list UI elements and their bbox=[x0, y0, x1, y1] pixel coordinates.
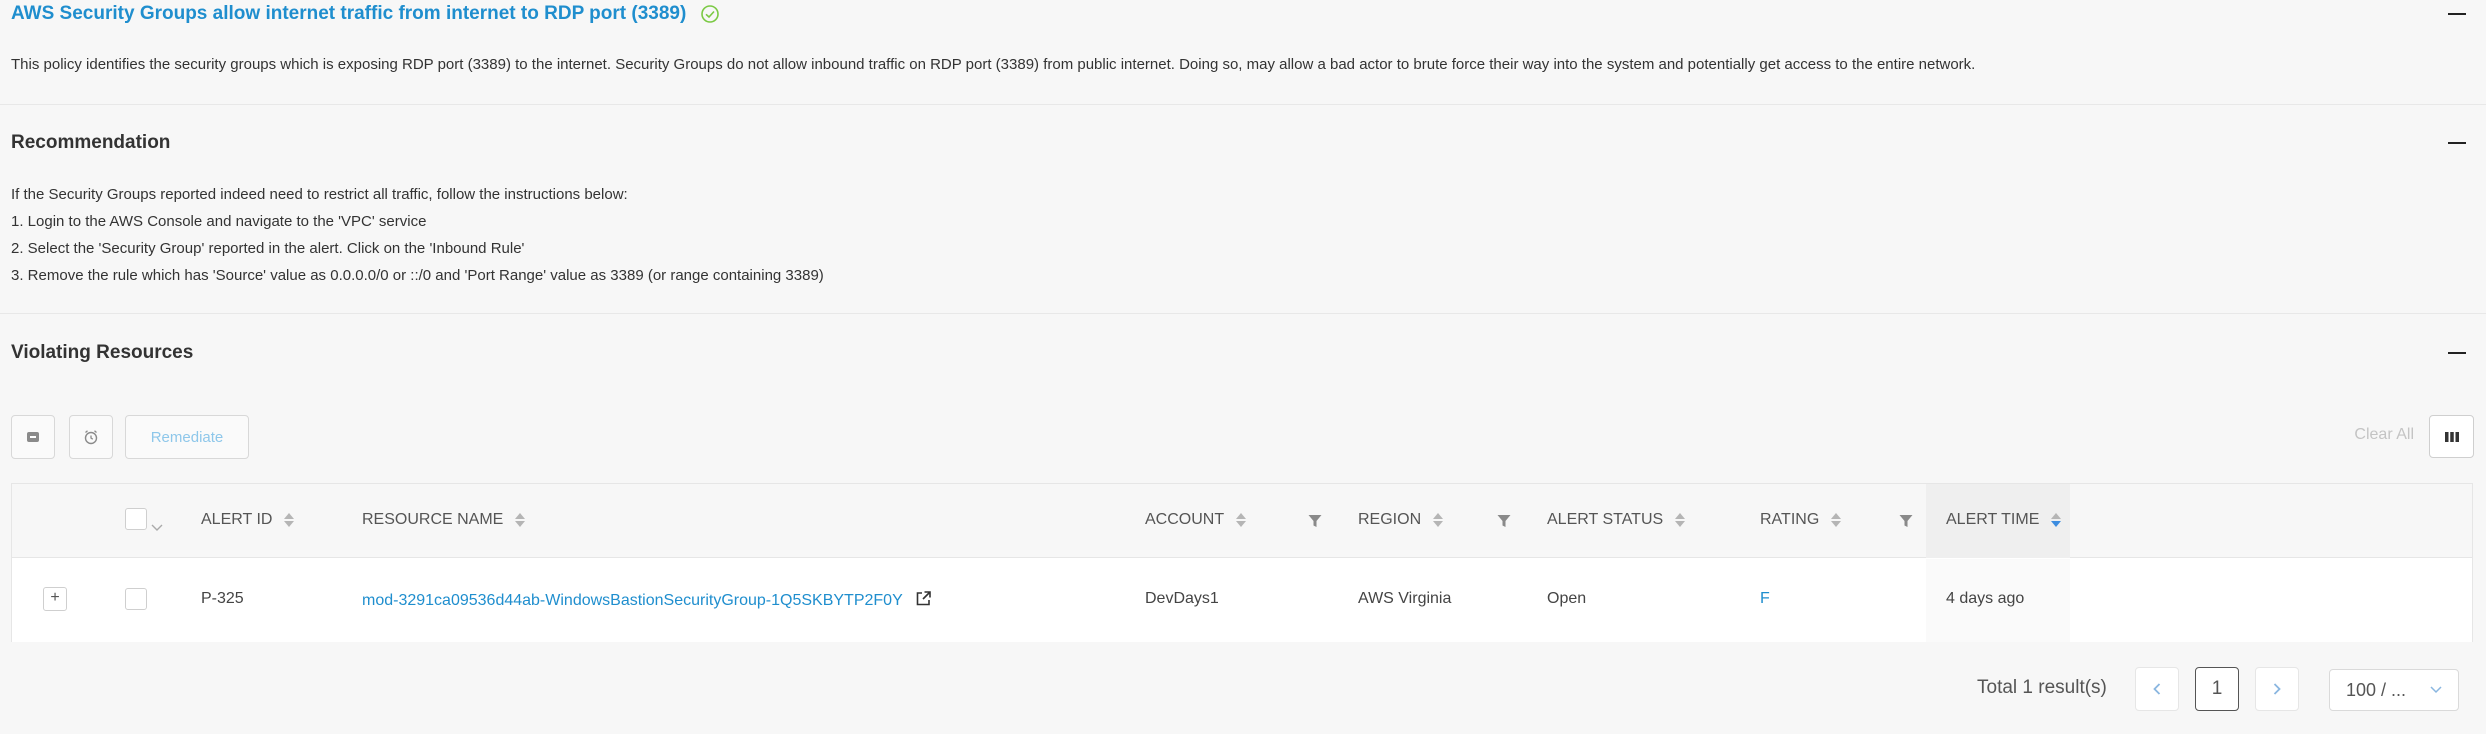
select-all-checkbox[interactable] bbox=[125, 508, 147, 530]
select-all-control[interactable] bbox=[125, 506, 163, 532]
recommendation-step-3: 3. Remove the rule which has 'Source' va… bbox=[11, 267, 824, 284]
snooze-button[interactable] bbox=[69, 415, 113, 459]
column-alert-time[interactable]: ALERT TIME bbox=[1946, 511, 2062, 529]
column-rating[interactable]: RATING bbox=[1760, 511, 1842, 529]
remediate-label: Remediate bbox=[150, 428, 224, 446]
column-account[interactable]: ACCOUNT bbox=[1145, 511, 1247, 529]
cell-alert-status: Open bbox=[1547, 590, 1587, 607]
sort-icon[interactable] bbox=[1236, 513, 1247, 527]
violating-resources-heading: Violating Resources bbox=[11, 342, 194, 363]
row-checkbox[interactable] bbox=[125, 588, 147, 610]
cell-alert-id: P-325 bbox=[201, 590, 244, 607]
remediate-button[interactable]: Remediate bbox=[125, 415, 249, 459]
sort-icon[interactable] bbox=[284, 513, 295, 527]
column-resource-name-label: RESOURCE NAME bbox=[362, 511, 504, 528]
alarm-clock-icon bbox=[84, 430, 98, 445]
columns-icon bbox=[2444, 431, 2459, 442]
filter-icon[interactable] bbox=[1497, 514, 1511, 528]
filter-icon[interactable] bbox=[1899, 514, 1913, 528]
column-region[interactable]: REGION bbox=[1358, 511, 1444, 529]
recommendation-heading: Recommendation bbox=[11, 132, 171, 153]
sort-icon[interactable] bbox=[2051, 513, 2062, 527]
column-alert-time-label: ALERT TIME bbox=[1946, 511, 2040, 528]
collapse-recommendation-button[interactable] bbox=[2448, 142, 2466, 144]
page-size-value: 100 / ... bbox=[2346, 679, 2407, 700]
check-circle-icon bbox=[701, 5, 720, 23]
chevron-down-icon[interactable] bbox=[151, 524, 163, 532]
policy-title[interactable]: AWS Security Groups allow internet traff… bbox=[11, 3, 686, 25]
columns-button[interactable] bbox=[2429, 415, 2474, 458]
next-page-button[interactable] bbox=[2255, 667, 2299, 711]
column-account-label: ACCOUNT bbox=[1145, 511, 1225, 528]
cell-account: DevDays1 bbox=[1145, 590, 1219, 607]
chevron-right-icon bbox=[2273, 683, 2281, 695]
chevron-down-icon bbox=[2430, 686, 2442, 694]
resource-name-link[interactable]: mod-3291ca09536d44ab-WindowsBastionSecur… bbox=[362, 592, 903, 609]
column-alert-status-label: ALERT STATUS bbox=[1547, 511, 1664, 528]
recommendation-step-2: 2. Select the 'Security Group' reported … bbox=[11, 240, 525, 257]
sort-icon[interactable] bbox=[1675, 513, 1686, 527]
page-size-select[interactable]: 100 / ... bbox=[2329, 669, 2459, 711]
column-alert-id-label: ALERT ID bbox=[201, 511, 273, 528]
chevron-left-icon bbox=[2153, 683, 2161, 695]
column-alert-id[interactable]: ALERT ID bbox=[201, 511, 295, 529]
cell-alert-time: 4 days ago bbox=[1946, 590, 2025, 607]
column-resource-name[interactable]: RESOURCE NAME bbox=[362, 511, 526, 529]
policy-description: This policy identifies the security grou… bbox=[11, 56, 1976, 73]
archive-button[interactable] bbox=[11, 415, 55, 459]
recommendation-intro: If the Security Groups reported indeed n… bbox=[11, 186, 628, 203]
column-alert-status[interactable]: ALERT STATUS bbox=[1547, 511, 1686, 529]
violating-resources-table: ALERT ID RESOURCE NAME ACCOUNT REGION AL… bbox=[11, 483, 2473, 642]
cell-resource-name: mod-3291ca09536d44ab-WindowsBastionSecur… bbox=[362, 590, 932, 610]
column-region-label: REGION bbox=[1358, 511, 1422, 528]
expand-row-button[interactable]: + bbox=[43, 587, 67, 611]
recommendation-step-1: 1. Login to the AWS Console and navigate… bbox=[11, 213, 427, 230]
sort-icon[interactable] bbox=[515, 513, 526, 527]
page-number-button[interactable]: 1 bbox=[2195, 667, 2239, 711]
prev-page-button[interactable] bbox=[2135, 667, 2179, 711]
table-header: ALERT ID RESOURCE NAME ACCOUNT REGION AL… bbox=[12, 484, 2472, 558]
archive-icon bbox=[27, 432, 39, 442]
sort-icon[interactable] bbox=[1433, 513, 1444, 527]
sort-icon[interactable] bbox=[1831, 513, 1842, 527]
collapse-violating-button[interactable] bbox=[2448, 352, 2466, 354]
filter-icon[interactable] bbox=[1308, 514, 1322, 528]
table-row[interactable]: + P-325 mod-3291ca09536d44ab-WindowsBast… bbox=[12, 559, 2472, 642]
policy-title-row: AWS Security Groups allow internet traff… bbox=[11, 3, 720, 25]
cell-rating[interactable]: F bbox=[1760, 590, 1770, 608]
total-results: Total 1 result(s) bbox=[1977, 677, 2107, 698]
external-link-icon[interactable] bbox=[915, 590, 932, 607]
column-rating-label: RATING bbox=[1760, 511, 1820, 528]
divider bbox=[0, 313, 2486, 314]
cell-region: AWS Virginia bbox=[1358, 590, 1452, 607]
collapse-policy-button[interactable] bbox=[2448, 13, 2466, 15]
divider bbox=[0, 104, 2486, 105]
clear-all-link[interactable]: Clear All bbox=[2354, 426, 2414, 444]
